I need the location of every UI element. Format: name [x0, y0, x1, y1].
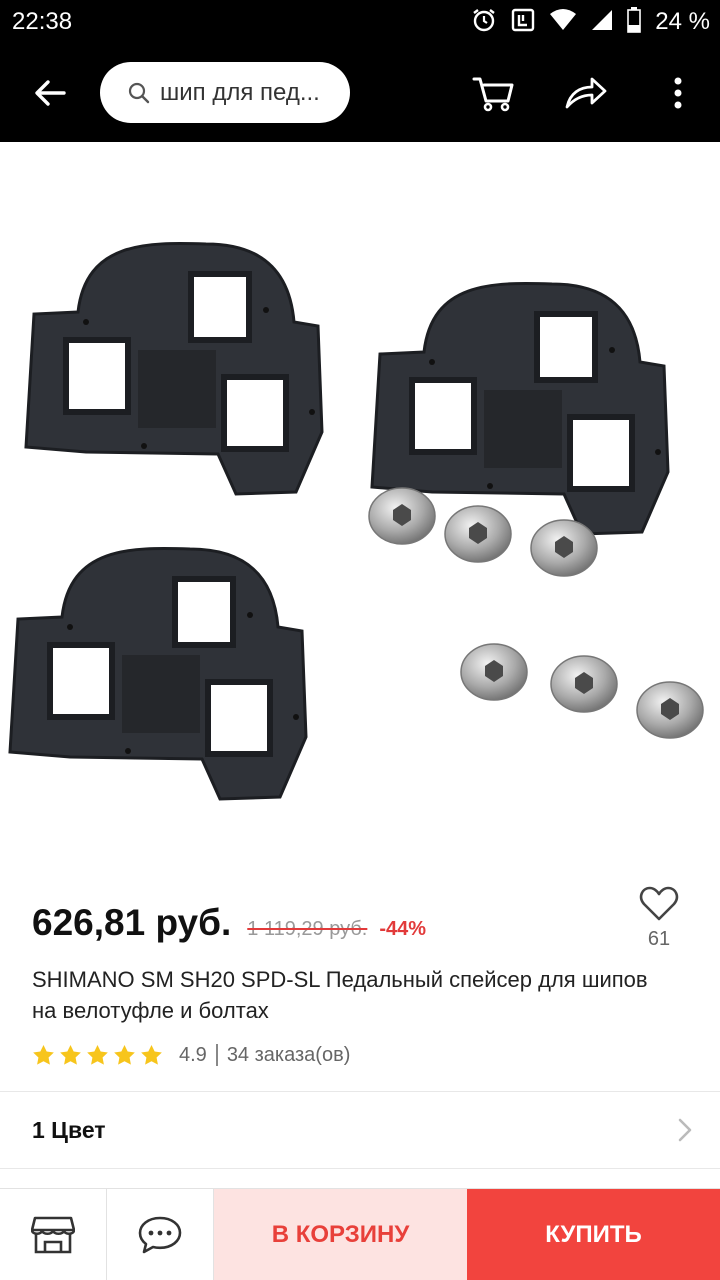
rating-value: 4.9 — [179, 1043, 207, 1066]
price: 626,81 руб. — [32, 902, 232, 943]
more-button[interactable] — [658, 69, 698, 117]
chevron-right-icon — [678, 1118, 692, 1147]
rating-stars — [32, 1044, 163, 1066]
star-icon — [114, 1044, 135, 1065]
buy-now-button[interactable]: КУПИТЬ — [467, 1189, 720, 1280]
chat-icon — [138, 1216, 182, 1254]
color-label: 1 Цвет — [32, 1116, 106, 1143]
app-bar: шип для пед... — [0, 44, 720, 142]
star-icon — [141, 1044, 162, 1065]
orders-count: 34 заказа(ов) — [226, 1043, 351, 1066]
search-icon — [128, 82, 150, 104]
bottom-action-bar: В КОРЗИНУ КУПИТЬ — [0, 1188, 720, 1280]
search-field[interactable]: шип для пед... — [100, 62, 350, 123]
cart-icon — [472, 77, 514, 112]
old-price: 1 119,29 руб. — [247, 918, 368, 940]
back-arrow-icon — [35, 80, 66, 106]
search-query: шип для пед... — [160, 78, 320, 106]
store-button[interactable] — [0, 1189, 107, 1280]
product-title: SHIMANO SM SH20 SPD-SL Педальный спейсер… — [32, 967, 648, 1023]
rating-divider — [215, 1044, 218, 1066]
status-icons: 24 % — [471, 6, 710, 38]
share-icon — [565, 77, 607, 109]
divider — [0, 1168, 720, 1169]
star-icon — [33, 1044, 54, 1065]
color-selector[interactable]: 1 Цвет — [0, 1092, 720, 1168]
battery-icon — [627, 6, 642, 38]
wifi-icon — [549, 8, 577, 37]
wishlist-button[interactable]: 61 — [632, 886, 686, 951]
star-icon — [60, 1044, 81, 1065]
wishlist-count: 61 — [647, 928, 671, 950]
store-icon — [31, 1216, 75, 1254]
add-to-cart-button[interactable]: В КОРЗИНУ — [214, 1189, 467, 1280]
price-row: 626,81 руб. 1 119,29 руб. -44% — [32, 902, 426, 944]
star-icon — [87, 1044, 108, 1065]
signal-icon — [591, 8, 613, 37]
chat-button[interactable] — [107, 1189, 214, 1280]
status-bar: 22:38 24 % — [0, 0, 720, 44]
back-button[interactable] — [22, 69, 78, 117]
rating-row[interactable]: 4.9 34 заказа(ов) — [32, 1040, 350, 1070]
more-vert-icon — [674, 77, 682, 109]
status-time: 22:38 — [12, 8, 73, 35]
share-button[interactable] — [558, 69, 614, 117]
heart-icon — [639, 886, 679, 921]
discount-badge: -44% — [379, 918, 427, 940]
battery-level: 24 % — [655, 8, 710, 35]
sync-icon — [511, 8, 535, 37]
cart-button[interactable] — [466, 69, 522, 117]
product-image[interactable] — [0, 142, 720, 868]
alarm-icon — [471, 7, 497, 38]
